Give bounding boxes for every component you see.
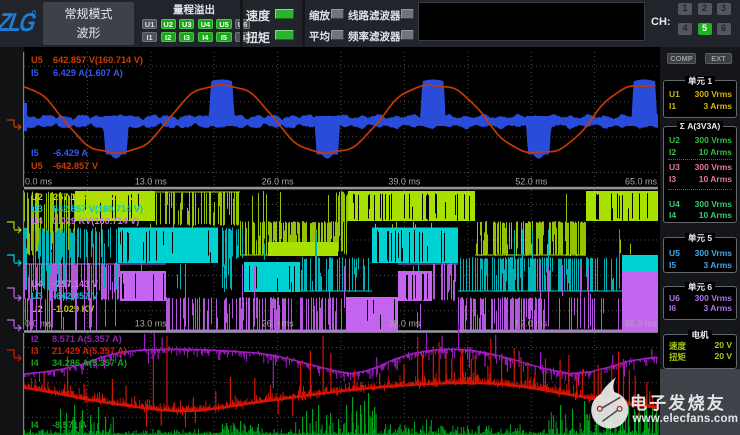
svg-text:26.0 ms: 26.0 ms bbox=[262, 176, 295, 186]
svg-text:39.0 ms: 39.0 ms bbox=[388, 319, 421, 329]
svg-text:I5: I5 bbox=[31, 148, 39, 158]
svg-text:U2: U2 bbox=[31, 192, 43, 202]
svg-text:I4: I4 bbox=[31, 420, 40, 430]
svg-text:-642.857 V: -642.857 V bbox=[53, 161, 99, 171]
svg-text:8.571 A(5.357 A): 8.571 A(5.357 A) bbox=[52, 334, 122, 344]
svg-text:65.0 ms: 65.0 ms bbox=[625, 319, 658, 329]
svg-text:39.0 ms: 39.0 ms bbox=[388, 176, 421, 186]
svg-text:6.429 A(1.607 A): 6.429 A(1.607 A) bbox=[53, 68, 123, 78]
svg-text:I2: I2 bbox=[31, 334, 39, 344]
svg-text:U3: U3 bbox=[31, 204, 43, 214]
svg-text:0.0 ms: 0.0 ms bbox=[25, 176, 53, 186]
svg-text:U4: U4 bbox=[31, 216, 44, 226]
svg-text:0.0 ms: 0.0 ms bbox=[25, 319, 53, 329]
svg-text:U4: U4 bbox=[31, 279, 44, 289]
svg-text:642.857 V(160.714 V): 642.857 V(160.714 V) bbox=[53, 204, 143, 214]
svg-text:52.0 ms: 52.0 ms bbox=[515, 319, 548, 329]
svg-text:I5: I5 bbox=[31, 68, 39, 78]
svg-text:-257.143 V: -257.143 V bbox=[53, 279, 99, 289]
svg-text:21.429 A(5.357 A): 21.429 A(5.357 A) bbox=[52, 346, 127, 356]
svg-text:1.029 KV(160.714 V): 1.029 KV(160.714 V) bbox=[53, 216, 139, 226]
svg-text:257.143 V(64.286 V): 257.143 V(64.286 V) bbox=[53, 192, 138, 202]
svg-text:U5: U5 bbox=[31, 55, 43, 65]
svg-text:电子发烧友: 电子发烧友 bbox=[630, 393, 726, 413]
svg-text:U5: U5 bbox=[31, 161, 43, 171]
svg-text:-8.571 A: -8.571 A bbox=[52, 420, 87, 430]
svg-text:52.0 ms: 52.0 ms bbox=[515, 176, 548, 186]
svg-text:13.0 ms: 13.0 ms bbox=[135, 176, 168, 186]
svg-text:13.0 ms: 13.0 ms bbox=[135, 319, 168, 329]
svg-text:34.286 A(5.357 A): 34.286 A(5.357 A) bbox=[52, 358, 127, 368]
svg-text:642.857 V(160.714 V): 642.857 V(160.714 V) bbox=[53, 55, 143, 65]
svg-text:I4: I4 bbox=[31, 358, 40, 368]
svg-text:www.elecfans.com: www.elecfans.com bbox=[632, 413, 739, 425]
svg-text:I3: I3 bbox=[31, 346, 39, 356]
svg-text:-6.429 A: -6.429 A bbox=[53, 148, 88, 158]
svg-text:-1.029 KV: -1.029 KV bbox=[53, 304, 95, 314]
svg-text:65.0 ms: 65.0 ms bbox=[625, 176, 658, 186]
